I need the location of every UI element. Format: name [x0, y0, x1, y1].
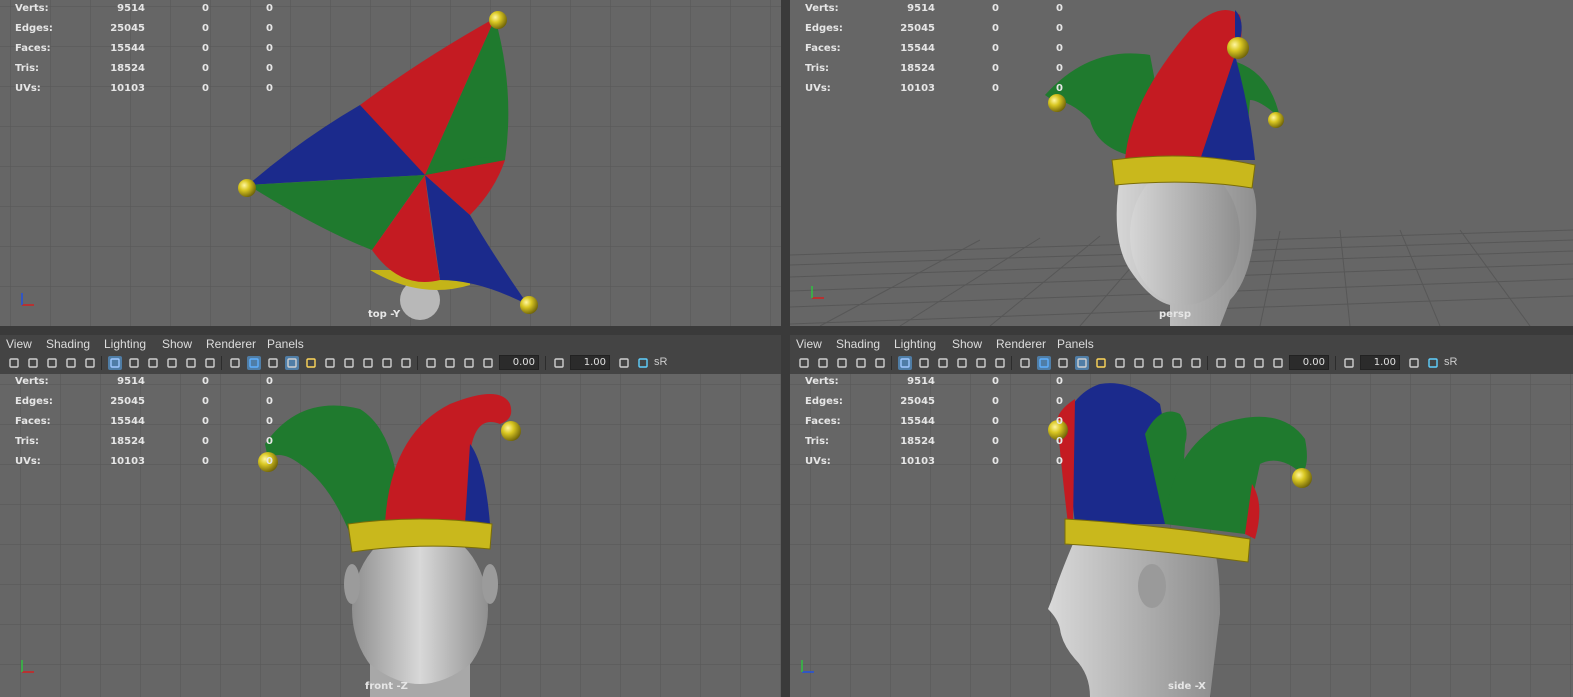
camera-label: side -X — [1168, 681, 1206, 692]
menu-view[interactable]: View — [796, 337, 822, 351]
menu-lighting[interactable]: Lighting — [104, 337, 146, 351]
toolbar-separator — [1335, 356, 1336, 370]
depth-of-field-icon[interactable] — [1188, 355, 1204, 371]
color-management-icon[interactable] — [1425, 355, 1441, 371]
shadows-icon[interactable] — [1112, 355, 1128, 371]
smooth-shade-icon[interactable] — [1036, 355, 1052, 371]
isolate-select-icon[interactable] — [1213, 355, 1229, 371]
bookmark-icon[interactable] — [834, 355, 850, 371]
gamma-icon[interactable] — [1406, 355, 1422, 371]
safe-title-icon[interactable] — [183, 355, 199, 371]
toolbar-separator — [1207, 356, 1208, 370]
image-plane-icon[interactable] — [872, 355, 888, 371]
grid-icon[interactable] — [897, 355, 913, 371]
panel-menubar-right: View Shading Lighting Show Renderer Pane… — [790, 335, 1573, 353]
camera-lock-icon[interactable] — [815, 355, 831, 371]
color-space-label[interactable]: sR — [654, 356, 667, 368]
motion-blur-icon[interactable] — [1150, 355, 1166, 371]
wireframe-icon[interactable] — [227, 355, 243, 371]
xray-joints-icon[interactable] — [461, 355, 477, 371]
viewport-side[interactable]: Verts: 9514 0 0 Edges: 25045 0 0 Faces: 15544 0 0… — [790, 374, 1573, 697]
menu-renderer[interactable]: Renderer — [996, 337, 1046, 351]
menu-panels[interactable]: Panels — [267, 337, 304, 351]
menu-show[interactable]: Show — [952, 337, 982, 351]
anti-alias-icon[interactable] — [379, 355, 395, 371]
toolbar-separator — [417, 356, 418, 370]
xray-active-icon[interactable] — [1270, 355, 1286, 371]
default-material-icon[interactable] — [1055, 355, 1071, 371]
camera-icon[interactable] — [796, 355, 812, 371]
depth-of-field-icon[interactable] — [398, 355, 414, 371]
film-gate-icon[interactable] — [992, 355, 1008, 371]
ambient-occlusion-icon[interactable] — [1131, 355, 1147, 371]
viewport-top[interactable]: Verts: 9514 0 0 Edges: 25045 0 0 Faces: 15544 0 0… — [0, 0, 781, 326]
menu-shading[interactable]: Shading — [46, 337, 90, 351]
resolution-gate-icon[interactable] — [916, 355, 932, 371]
default-material-icon[interactable] — [265, 355, 281, 371]
isolate-select-icon[interactable] — [423, 355, 439, 371]
textured-icon[interactable] — [284, 355, 300, 371]
head-model-persp — [1116, 165, 1257, 326]
exposure-field[interactable]: 0.00 — [1289, 355, 1329, 370]
all-lights-icon[interactable] — [303, 355, 319, 371]
shadows-icon[interactable] — [322, 355, 338, 371]
menu-panels[interactable]: Panels — [1057, 337, 1094, 351]
menu-view[interactable]: View — [6, 337, 32, 351]
menu-lighting[interactable]: Lighting — [894, 337, 936, 351]
viewport-divider-vertical[interactable] — [781, 0, 790, 697]
exposure-icon[interactable] — [551, 355, 567, 371]
toolbar-separator — [545, 356, 546, 370]
safe-action-icon[interactable] — [954, 355, 970, 371]
toolbar-separator — [101, 356, 102, 370]
camera-label: persp — [1159, 309, 1191, 320]
color-management-icon[interactable] — [635, 355, 651, 371]
grease-pencil-icon[interactable] — [853, 355, 869, 371]
wireframe-icon[interactable] — [1017, 355, 1033, 371]
all-lights-icon[interactable] — [1093, 355, 1109, 371]
field-chart-icon[interactable] — [935, 355, 951, 371]
grease-pencil-icon[interactable] — [63, 355, 79, 371]
toolbar-separator — [221, 356, 222, 370]
image-plane-icon[interactable] — [82, 355, 98, 371]
menu-shading[interactable]: Shading — [836, 337, 880, 351]
xray-joints-icon[interactable] — [1251, 355, 1267, 371]
camera-label: front -Z — [365, 681, 408, 692]
safe-title-icon[interactable] — [973, 355, 989, 371]
viewport-persp[interactable]: Verts: 9514 0 0 Edges: 25045 0 0 Faces: 15544 0 0… — [790, 0, 1573, 326]
film-gate-icon[interactable] — [202, 355, 218, 371]
smooth-shade-icon[interactable] — [246, 355, 262, 371]
bookmark-icon[interactable] — [44, 355, 60, 371]
field-chart-icon[interactable] — [145, 355, 161, 371]
xray-icon[interactable] — [442, 355, 458, 371]
gamma-field[interactable]: 1.00 — [570, 355, 610, 370]
safe-action-icon[interactable] — [164, 355, 180, 371]
gamma-field[interactable]: 1.00 — [1360, 355, 1400, 370]
camera-icon[interactable] — [6, 355, 22, 371]
color-space-label[interactable]: sR — [1444, 356, 1457, 368]
gamma-icon[interactable] — [616, 355, 632, 371]
grid-icon[interactable] — [107, 355, 123, 371]
axis-gizmo — [811, 286, 824, 299]
panel-toolbar-right: 0.00 1.00 sR — [790, 352, 1573, 374]
menu-renderer[interactable]: Renderer — [206, 337, 256, 351]
xray-icon[interactable] — [1232, 355, 1248, 371]
viewport-front[interactable]: Verts: 9514 0 0 Edges: 25045 0 0 Faces: 15544 0 0… — [0, 374, 781, 697]
anti-alias-icon[interactable] — [1169, 355, 1185, 371]
panel-toolbar-left: 0.00 1.00 sR — [0, 352, 781, 374]
exposure-icon[interactable] — [1341, 355, 1357, 371]
toolbar-separator — [1011, 356, 1012, 370]
camera-lock-icon[interactable] — [25, 355, 41, 371]
jester-hat-persp — [1045, 10, 1284, 189]
xray-active-icon[interactable] — [480, 355, 496, 371]
exposure-field[interactable]: 0.00 — [499, 355, 539, 370]
resolution-gate-icon[interactable] — [126, 355, 142, 371]
toolbar-separator — [891, 356, 892, 370]
panel-menubar-left: View Shading Lighting Show Renderer Pane… — [0, 335, 781, 353]
motion-blur-icon[interactable] — [360, 355, 376, 371]
menu-show[interactable]: Show — [162, 337, 192, 351]
textured-icon[interactable] — [1074, 355, 1090, 371]
ambient-occlusion-icon[interactable] — [341, 355, 357, 371]
camera-label: top -Y — [368, 309, 401, 320]
